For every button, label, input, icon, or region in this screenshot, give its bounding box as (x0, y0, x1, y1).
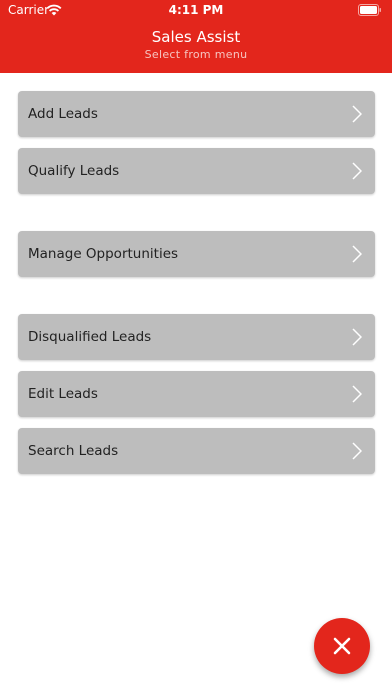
menu-item-label: Add Leads (28, 106, 98, 122)
chevron-right-icon (352, 162, 362, 180)
menu-item-label: Disqualified Leads (28, 329, 152, 345)
menu-item-edit-leads[interactable]: Edit Leads (18, 371, 375, 417)
menu-item-disqualified-leads[interactable]: Disqualified Leads (18, 314, 375, 360)
chevron-right-icon (352, 385, 362, 403)
menu-item-qualify-leads[interactable]: Qualify Leads (18, 148, 375, 194)
menu-item-label: Qualify Leads (28, 163, 120, 179)
menu-item-search-leads[interactable]: Search Leads (18, 428, 375, 474)
page-title: Sales Assist (151, 28, 241, 46)
close-icon (333, 637, 351, 655)
page-subtitle: Select from menu (144, 48, 248, 61)
chevron-right-icon (352, 442, 362, 460)
menu-item-add-leads[interactable]: Add Leads (18, 91, 375, 137)
menu-item-manage-opportunities[interactable]: Manage Opportunities (18, 231, 375, 277)
chevron-right-icon (352, 328, 362, 346)
battery-icon (358, 4, 381, 16)
close-fab-button[interactable] (314, 618, 370, 674)
menu-item-label: Manage Opportunities (28, 246, 179, 262)
clock: 4:11 PM (168, 3, 224, 17)
status-bar: Carrier 4:11 PM (0, 0, 392, 20)
menu-item-label: Search Leads (28, 443, 119, 459)
app-header: Carrier 4:11 PM Sales Assist Select from… (0, 0, 392, 73)
chevron-right-icon (352, 245, 362, 263)
menu-item-label: Edit Leads (28, 386, 98, 402)
chevron-right-icon (352, 105, 362, 123)
